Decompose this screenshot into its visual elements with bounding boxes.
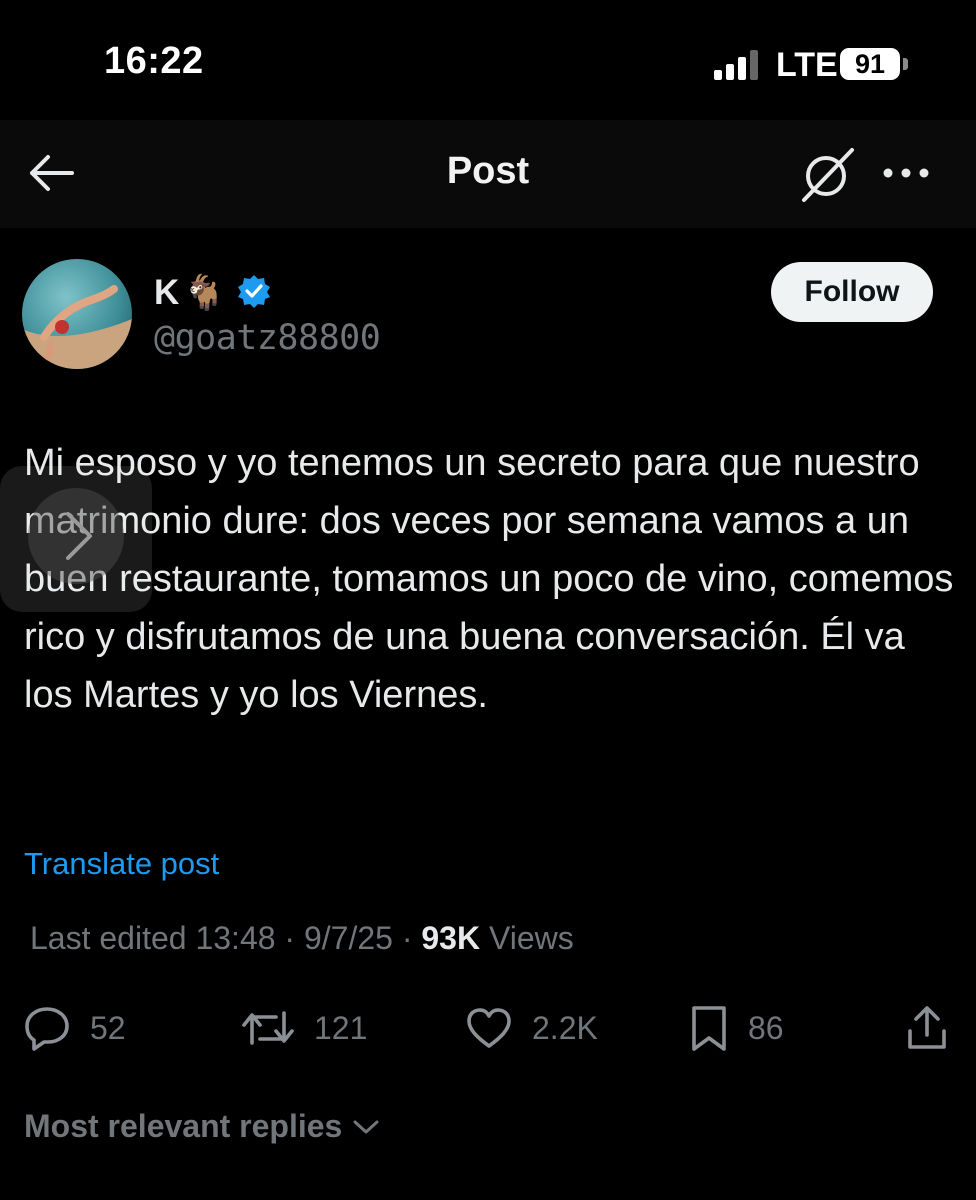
heart-icon [464,1003,514,1053]
battery-level: 91 [854,48,886,79]
meta-separator: · [401,920,422,956]
author-handle[interactable]: @goatz88800 [154,318,381,358]
more-icon[interactable] [880,160,932,186]
chevron-right-icon[interactable] [28,488,124,584]
repost-count: 121 [314,1009,368,1046]
battery-icon: 91 [840,48,900,80]
battery-tip [903,58,908,70]
bookmark-icon [688,1003,730,1053]
translate-post-link[interactable]: Translate post [24,846,219,882]
network-label: LTE [776,46,838,84]
post-text: Mi esposo y yo tenemos un secreto para q… [24,442,954,716]
goat-emoji: 🐐 [183,274,226,312]
chevron-down-icon [352,1108,380,1145]
reply-icon [22,1003,72,1053]
share-button[interactable] [904,1002,950,1054]
bookmark-action[interactable]: 86 [688,1002,784,1054]
repost-icon [240,1003,296,1053]
share-icon [904,1003,950,1053]
status-time: 16:22 [104,40,204,82]
post-meta: Last edited 13:48 · 9/7/25 · 93K Views [30,920,574,957]
author-name: K [154,273,180,312]
views-count: 93K [421,920,481,956]
grok-icon[interactable] [796,144,858,204]
avatar[interactable] [22,259,132,369]
follow-button[interactable]: Follow [771,262,933,322]
bookmark-count: 86 [748,1009,784,1046]
signal-icon [714,48,762,80]
like-action[interactable]: 2.2K [464,1002,598,1054]
author-name-row[interactable]: K 🐐 [154,270,272,316]
edited-timestamp[interactable]: Last edited 13:48 · 9/7/25 [30,920,393,956]
reply-action[interactable]: 52 [22,1002,126,1054]
like-count: 2.2K [532,1009,598,1046]
reply-count: 52 [90,1009,126,1046]
repost-action[interactable]: 121 [240,1002,367,1054]
replies-sort-dropdown[interactable]: Most relevant replies [24,1108,380,1145]
verified-badge-icon [236,273,272,314]
views-label: Views [488,920,574,956]
replies-sort-label: Most relevant replies [24,1108,343,1144]
